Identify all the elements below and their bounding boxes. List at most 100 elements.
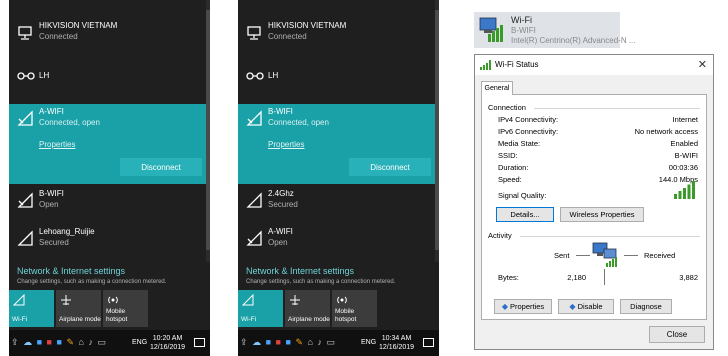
network-item-lh[interactable]: LH <box>238 62 435 88</box>
group-divider <box>534 108 700 109</box>
network-activity-icon <box>592 242 617 267</box>
network-name: HIKVISION VIETNAM <box>268 21 347 30</box>
duration-value: 00:03:36 <box>668 163 698 172</box>
received-label: Received <box>644 251 676 260</box>
wifi-open-icon <box>17 110 33 126</box>
speed-label: Speed: <box>498 175 522 184</box>
properties-link[interactable]: Properties <box>268 140 304 149</box>
network-name: LH <box>268 71 279 80</box>
mobile-hotspot-toggle[interactable]: Mobile hotspot <box>103 290 148 327</box>
disconnect-button[interactable]: Disconnect <box>349 158 431 176</box>
mobile-hotspot-toggle[interactable]: Mobile hotspot <box>332 290 377 327</box>
properties-button[interactable]: ◆ Properties <box>494 299 552 314</box>
disconnect-button[interactable]: Disconnect <box>120 158 202 176</box>
airplane-mode-toggle[interactable]: Airplane mode <box>285 290 330 327</box>
network-status: Connected <box>268 32 307 41</box>
airplane-mode-toggle[interactable]: Airplane mode <box>56 290 101 327</box>
title-bar[interactable]: Wi-Fi Status ✕ <box>475 55 713 75</box>
quick-action-label: Wi-Fi <box>12 316 28 323</box>
dialup-icon <box>17 72 35 80</box>
network-status: Open <box>268 238 288 247</box>
media-state-label: Media State: <box>498 139 541 148</box>
disable-button[interactable]: ◆ Disable <box>558 299 614 314</box>
hotspot-icon <box>108 296 118 304</box>
group-divider <box>520 236 700 237</box>
network-item-hikvision[interactable]: HIKVISION VIETNAM Connected <box>9 18 206 52</box>
quick-action-label: Wi-Fi <box>241 316 257 323</box>
network-item-a-wifi[interactable]: A-WIFI Open <box>238 224 435 258</box>
network-item-b-wifi[interactable]: B-WIFI Open <box>9 186 206 220</box>
network-item-lehoang-ruijie[interactable]: Lehoang_Ruijie Secured <box>9 224 206 258</box>
ethernet-icon <box>247 26 261 40</box>
diagnose-button[interactable]: Diagnose <box>620 299 672 314</box>
network-status: Connected, open <box>39 118 100 127</box>
network-name: B-WIFI <box>39 189 64 198</box>
system-tray-icons[interactable]: ⇪ ☁ ■ ■ ■ ✎ ⌂ ♪ ▭ <box>11 337 107 348</box>
scroll-thumb[interactable] <box>435 10 439 250</box>
details-button[interactable]: Details... <box>496 207 554 222</box>
notification-icon[interactable] <box>423 338 434 347</box>
adapter-device: Intel(R) Centrino(R) Advanced-N ... <box>511 36 636 45</box>
wifi-toggle[interactable]: Wi-Fi <box>9 290 54 327</box>
shield-icon: ◆ <box>501 302 508 311</box>
network-name: Lehoang_Ruijie <box>39 227 95 236</box>
sent-line <box>576 255 590 256</box>
notification-icon[interactable] <box>194 338 205 347</box>
disable-button-label: Disable <box>577 302 603 311</box>
dialog-title: Wi-Fi Status <box>495 60 539 69</box>
network-name: HIKVISION VIETNAM <box>39 21 118 30</box>
airplane-icon <box>290 295 300 305</box>
network-flyout-2: HIKVISION VIETNAM Connected LH B-WIFI Co… <box>238 0 439 356</box>
bytes-divider <box>604 269 605 285</box>
ipv6-label: IPv6 Connectivity: <box>498 127 559 136</box>
close-icon[interactable]: ✕ <box>698 58 707 71</box>
network-status: Secured <box>268 200 298 209</box>
scroll-thumb[interactable] <box>206 10 210 250</box>
wifi-toggle[interactable]: Wi-Fi <box>238 290 283 327</box>
signal-quality-icon <box>674 181 695 199</box>
network-item-2-4ghz[interactable]: 2.4Ghz Secured <box>238 186 435 220</box>
scrollbar[interactable] <box>435 0 439 262</box>
wifi-secured-icon <box>246 192 262 208</box>
general-panel: Connection IPv4 Connectivity: Internet I… <box>481 94 707 320</box>
input-language[interactable]: ENG <box>361 339 376 346</box>
network-settings-link[interactable]: Network & Internet settings <box>246 266 354 276</box>
network-item-a-wifi-selected[interactable]: A-WIFI Connected, open Properties Discon… <box>9 104 206 184</box>
tab-general[interactable]: General <box>481 81 513 95</box>
bytes-label: Bytes: <box>498 273 519 282</box>
signal-icon <box>480 60 491 70</box>
scrollbar[interactable] <box>206 0 210 262</box>
wifi-icon <box>13 294 25 306</box>
network-name: LH <box>39 71 50 80</box>
close-button[interactable]: Close <box>649 326 705 343</box>
network-adapter-icon <box>479 17 503 42</box>
ssid-value: B-WIFI <box>674 151 698 160</box>
hotspot-icon <box>337 296 347 304</box>
wifi-adapter-item[interactable]: Wi-Fi B-WIFI Intel(R) Centrino(R) Advanc… <box>474 12 636 48</box>
media-state-value: Enabled <box>670 139 698 148</box>
wifi-secured-icon <box>17 230 33 246</box>
ethernet-icon <box>18 26 32 40</box>
connection-group-label: Connection <box>488 103 526 112</box>
system-tray-icons[interactable]: ⇪ ☁ ■ ■ ■ ✎ ⌂ ♪ ▭ <box>240 337 336 348</box>
activity-group-label: Activity <box>488 231 512 240</box>
network-item-hikvision[interactable]: HIKVISION VIETNAM Connected <box>238 18 435 52</box>
network-status: Secured <box>39 238 69 247</box>
network-item-lh[interactable]: LH <box>9 62 206 88</box>
network-status: Open <box>39 200 59 209</box>
clock-date: 12/16/2019 <box>379 344 415 351</box>
wifi-icon <box>242 294 254 306</box>
network-settings-description: Change settings, such as making a connec… <box>17 279 167 285</box>
network-item-b-wifi-selected[interactable]: B-WIFI Connected, open Properties Discon… <box>238 104 435 184</box>
clock-time: 10:34 AM <box>381 335 412 342</box>
adapter-ssid: B-WIFI <box>511 26 536 35</box>
network-settings-link[interactable]: Network & Internet settings <box>17 266 125 276</box>
wifi-status-dialog: Wi-Fi Status ✕ General Connection IPv4 C… <box>474 54 714 350</box>
network-name: A-WIFI <box>39 107 64 116</box>
clock[interactable]: 10:34 AM 12/16/2019 <box>379 334 414 352</box>
properties-link[interactable]: Properties <box>39 140 75 149</box>
wireless-properties-button[interactable]: Wireless Properties <box>560 207 644 222</box>
input-language[interactable]: ENG <box>132 339 147 346</box>
clock-date: 12/16/2019 <box>150 344 186 351</box>
clock[interactable]: 10:20 AM 12/16/2019 <box>150 334 185 352</box>
